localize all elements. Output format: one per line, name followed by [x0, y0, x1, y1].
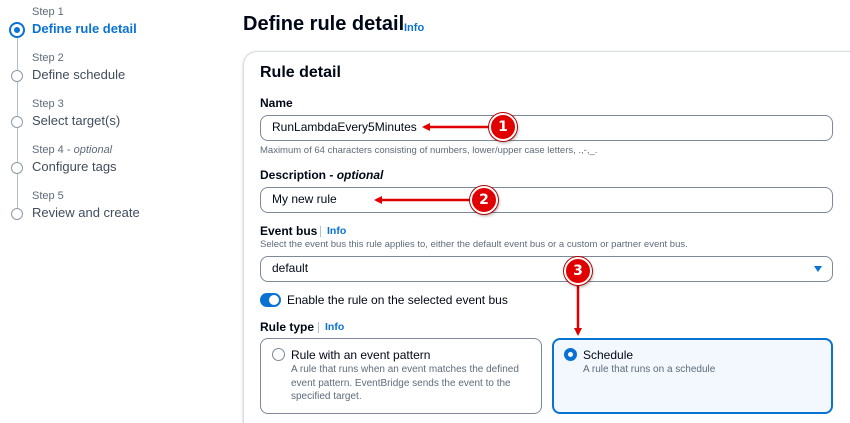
annotation-arrows	[374, 123, 582, 336]
annotation-badge: 3	[564, 257, 592, 285]
annotation-badge: 1	[489, 113, 517, 141]
annotation-badge: 2	[470, 186, 498, 214]
